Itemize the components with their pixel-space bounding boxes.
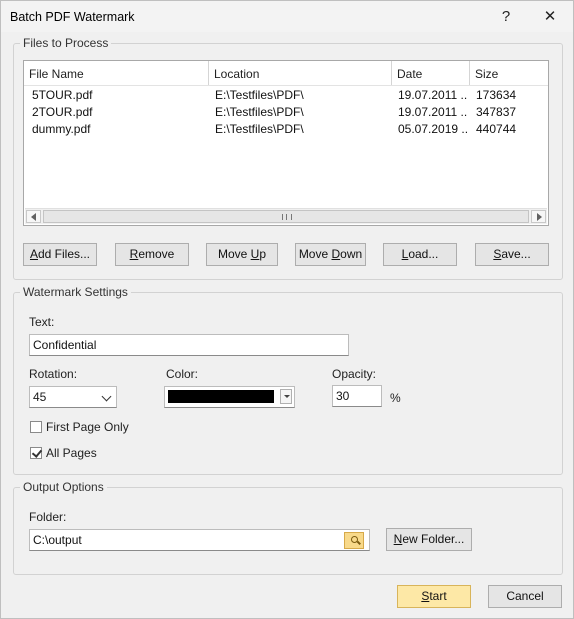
cancel-button[interactable]: Cancel: [488, 585, 562, 608]
scroll-right-button[interactable]: [531, 210, 546, 223]
size-cell: 173634: [476, 88, 517, 102]
watermark-group-legend: Watermark Settings: [20, 285, 131, 299]
load-button[interactable]: Load...: [383, 243, 457, 266]
date-cell: 05.07.2019 ...: [398, 122, 468, 136]
title-bar: Batch PDF Watermark ? ✕: [1, 1, 573, 32]
grip-icon: [282, 214, 292, 220]
column-header-date[interactable]: Date: [392, 61, 470, 85]
all-pages-checkbox[interactable]: [30, 447, 43, 459]
move-up-button[interactable]: Move Up: [206, 243, 278, 266]
chevron-right-icon: [537, 213, 542, 221]
file-name-cell: 2TOUR.pdf: [32, 105, 93, 119]
rotation-select[interactable]: 45: [29, 386, 117, 408]
first-page-only-label[interactable]: First Page Only: [46, 420, 129, 434]
all-pages-label[interactable]: All Pages: [46, 446, 97, 460]
size-cell: 440744: [476, 122, 517, 136]
table-row[interactable]: 5TOUR.pdf E:\Testfiles\PDF\ 19.07.2011 .…: [24, 87, 548, 104]
rotation-value: 45: [33, 390, 47, 404]
file-list[interactable]: File Name Location Date Size 5TOUR.pdf E…: [23, 60, 549, 226]
size-cell: 347837: [476, 105, 517, 119]
dialog-window: Batch PDF Watermark ? ✕ Files to Process…: [0, 0, 574, 619]
first-page-only-checkbox[interactable]: [30, 421, 42, 433]
folder-label: Folder:: [29, 510, 67, 524]
save-button[interactable]: Save...: [475, 243, 549, 266]
search-icon-handle: [357, 540, 361, 545]
opacity-label: Opacity:: [332, 367, 377, 381]
text-label: Text:: [29, 315, 55, 329]
color-swatch: [168, 390, 274, 403]
rotation-label: Rotation:: [29, 367, 78, 381]
table-row[interactable]: dummy.pdf E:\Testfiles\PDF\ 05.07.2019 .…: [24, 121, 548, 138]
folder-input[interactable]: C:\output: [29, 529, 370, 551]
folder-value: C:\output: [33, 533, 82, 547]
date-cell: 19.07.2011 ...: [398, 88, 468, 102]
column-header-file-name[interactable]: File Name: [24, 61, 209, 85]
remove-button[interactable]: Remove: [115, 243, 189, 266]
column-header-size[interactable]: Size: [470, 61, 548, 85]
scrollbar-thumb[interactable]: [43, 210, 529, 223]
file-list-header: File Name Location Date Size: [24, 61, 548, 86]
column-header-location[interactable]: Location: [209, 61, 392, 85]
move-down-button[interactable]: Move Down: [295, 243, 366, 266]
opacity-input[interactable]: 30: [332, 385, 382, 407]
color-dropdown-button[interactable]: [280, 389, 292, 404]
location-cell: E:\Testfiles\PDF\: [215, 122, 304, 136]
location-cell: E:\Testfiles\PDF\: [215, 88, 304, 102]
files-group-legend: Files to Process: [20, 36, 112, 50]
table-row[interactable]: 2TOUR.pdf E:\Testfiles\PDF\ 19.07.2011 .…: [24, 104, 548, 121]
watermark-text-input[interactable]: Confidential: [29, 334, 349, 356]
color-picker[interactable]: [164, 386, 295, 408]
location-cell: E:\Testfiles\PDF\: [215, 105, 304, 119]
chevron-left-icon: [31, 213, 36, 221]
help-button[interactable]: ?: [483, 1, 529, 32]
scroll-left-button[interactable]: [26, 210, 41, 223]
color-label: Color:: [166, 367, 199, 381]
new-folder-button[interactable]: New Folder...: [386, 528, 472, 551]
browse-folder-button[interactable]: [344, 532, 364, 549]
file-name-cell: dummy.pdf: [32, 122, 91, 136]
checkmark-icon: [31, 447, 43, 458]
date-cell: 19.07.2011 ...: [398, 105, 468, 119]
file-name-cell: 5TOUR.pdf: [32, 88, 93, 102]
output-group-legend: Output Options: [20, 480, 107, 494]
chevron-down-icon: [101, 391, 112, 402]
start-button[interactable]: Start: [397, 585, 471, 608]
opacity-unit: %: [390, 391, 401, 405]
window-title: Batch PDF Watermark: [10, 10, 135, 24]
horizontal-scrollbar[interactable]: [25, 208, 547, 224]
add-files-button[interactable]: Add Files...: [23, 243, 97, 266]
close-icon[interactable]: ✕: [527, 1, 573, 32]
